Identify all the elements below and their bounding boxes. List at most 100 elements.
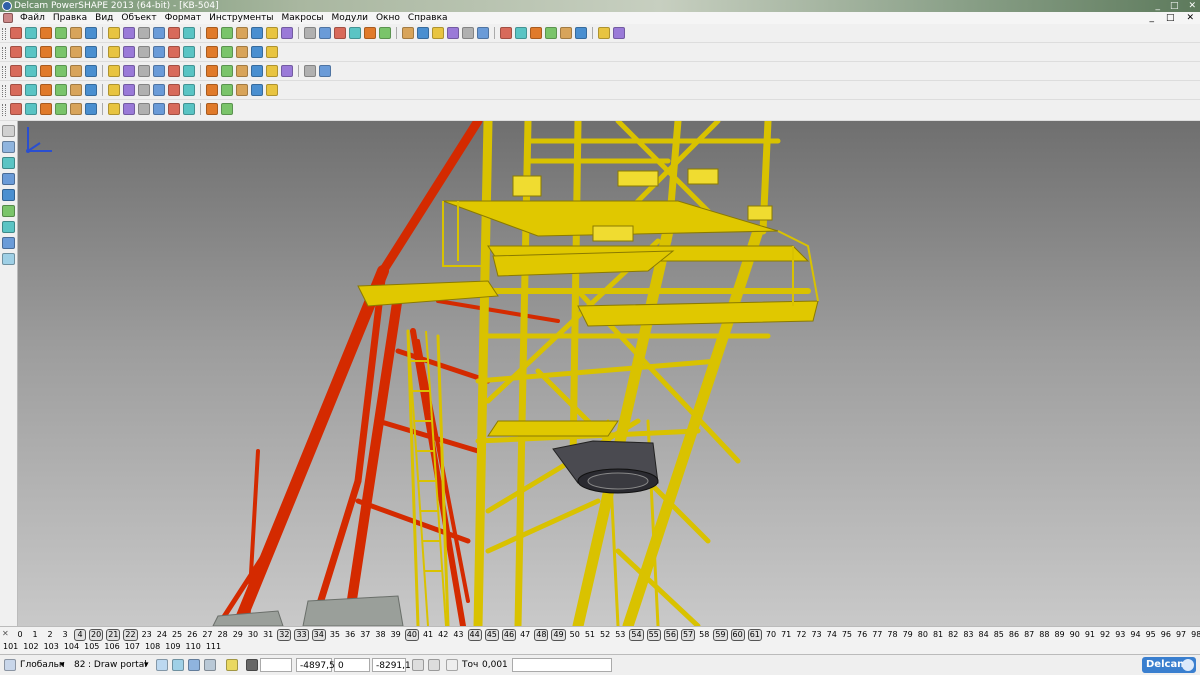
menu-macros[interactable]: Макросы <box>278 12 328 24</box>
toolbar-tool-icon[interactable] <box>266 65 278 77</box>
toolbar-tool-icon[interactable] <box>349 27 361 39</box>
level-button[interactable]: 91 <box>1084 630 1096 640</box>
level-button[interactable]: 1 <box>29 630 41 640</box>
toolbar-tool-icon[interactable] <box>108 65 120 77</box>
level-button[interactable]: 56 <box>663 629 678 641</box>
level-button[interactable]: 98 <box>1190 630 1200 640</box>
toolbar-tool-icon[interactable] <box>598 27 610 39</box>
toolbar-tool-icon[interactable] <box>153 84 165 96</box>
level-button[interactable]: 38 <box>374 630 386 640</box>
level-button[interactable]: 84 <box>978 630 990 640</box>
calculator-icon[interactable] <box>412 659 424 671</box>
level-button[interactable]: 102 <box>22 642 39 652</box>
tolerance-icon[interactable] <box>446 659 458 671</box>
doc-minimize-button[interactable]: _ <box>1149 12 1154 24</box>
toolbar-tool-icon[interactable] <box>251 65 263 77</box>
level-button[interactable]: 58 <box>698 630 710 640</box>
tolerance-value[interactable]: 0,001 <box>482 659 508 672</box>
toolbar-tool-icon[interactable] <box>319 27 331 39</box>
toolbar-tool-icon[interactable] <box>25 103 37 115</box>
toolbar-tool-icon[interactable] <box>10 27 22 39</box>
level-button[interactable]: 57 <box>680 629 696 641</box>
level-button[interactable]: 23 <box>141 630 153 640</box>
toolbar-tool-icon[interactable] <box>40 27 52 39</box>
toolbar-tool-icon[interactable] <box>168 46 180 58</box>
coord-x-field[interactable]: -4897,5 <box>296 658 335 672</box>
toolbar-tool-icon[interactable] <box>10 84 22 96</box>
grid-icon[interactable] <box>246 659 258 671</box>
toolbar-tool-icon[interactable] <box>85 46 97 58</box>
level-button[interactable]: 21 <box>106 629 121 641</box>
toolbar-tool-icon[interactable] <box>85 65 97 77</box>
toolbar-tool-icon[interactable] <box>108 103 120 115</box>
toolbar-tool-icon[interactable] <box>40 84 52 96</box>
level-button[interactable]: 0 <box>14 630 26 640</box>
toolbar-tool-icon[interactable] <box>123 84 135 96</box>
menu-window[interactable]: Окно <box>372 12 404 24</box>
toolbar-tool-icon[interactable] <box>55 84 67 96</box>
menu-view[interactable]: Вид <box>91 12 117 24</box>
level-button[interactable]: 29 <box>232 630 244 640</box>
workplane-icon[interactable] <box>4 659 16 671</box>
toolbar-tool-icon[interactable] <box>55 27 67 39</box>
chevron-down-icon[interactable]: ▾ <box>144 659 149 672</box>
level-button[interactable]: 43 <box>452 630 464 640</box>
toolbar-tool-icon[interactable] <box>462 27 474 39</box>
toolbar-tool-icon[interactable] <box>236 84 248 96</box>
toolbar-tool-icon[interactable] <box>183 65 195 77</box>
modeling-tool-icon[interactable] <box>2 237 15 249</box>
toolbar-tool-icon[interactable] <box>183 27 195 39</box>
toolbar-tool-icon[interactable] <box>236 46 248 58</box>
level-button[interactable]: 55 <box>646 629 661 641</box>
toolbar-tool-icon[interactable] <box>319 65 331 77</box>
maximize-button[interactable]: □ <box>1170 0 1179 12</box>
toolbar-tool-icon[interactable] <box>206 46 218 58</box>
toolbar-tool-icon[interactable] <box>334 27 346 39</box>
level-button[interactable]: 101 <box>2 642 19 652</box>
toolbar-tool-icon[interactable] <box>251 46 263 58</box>
toolbar-tool-icon[interactable] <box>138 27 150 39</box>
minimize-button[interactable]: _ <box>1155 0 1160 12</box>
menu-help[interactable]: Справка <box>404 12 452 24</box>
level-button[interactable]: 61 <box>747 629 762 641</box>
level-button[interactable]: 71 <box>780 630 792 640</box>
level-button[interactable]: 109 <box>164 642 181 652</box>
toolbar-tool-icon[interactable] <box>575 27 587 39</box>
toolbar-tool-icon[interactable] <box>221 46 233 58</box>
toolbar-tool-icon[interactable] <box>221 84 233 96</box>
level-button[interactable]: 105 <box>83 642 100 652</box>
grid-spacing-field[interactable] <box>260 658 292 672</box>
toolbar-tool-icon[interactable] <box>266 46 278 58</box>
toolbar-tool-icon[interactable] <box>40 46 52 58</box>
level-button[interactable]: 25 <box>171 630 183 640</box>
level-button[interactable]: 52 <box>599 630 611 640</box>
menu-file[interactable]: Файл <box>16 12 49 24</box>
toolbar-tool-icon[interactable] <box>266 84 278 96</box>
workplane-select[interactable]: Глобальн <box>20 659 65 672</box>
toolbar-tool-icon[interactable] <box>10 46 22 58</box>
toolbar-tool-icon[interactable] <box>70 103 82 115</box>
toolbar-tool-icon[interactable] <box>477 27 489 39</box>
toolbar-tool-icon[interactable] <box>55 46 67 58</box>
toolbar-tool-icon[interactable] <box>85 103 97 115</box>
toolbar-tool-icon[interactable] <box>379 27 391 39</box>
toolbar-tool-icon[interactable] <box>221 103 233 115</box>
toolbar-tool-icon[interactable] <box>138 46 150 58</box>
toolbar-tool-icon[interactable] <box>304 65 316 77</box>
toolbar-tool-icon[interactable] <box>108 27 120 39</box>
toolbar-tool-icon[interactable] <box>281 27 293 39</box>
level-button[interactable]: 96 <box>1160 630 1172 640</box>
modeling-tool-icon[interactable] <box>2 221 15 233</box>
level-button[interactable]: 90 <box>1069 630 1081 640</box>
level-button[interactable]: 108 <box>144 642 161 652</box>
toolbar-tool-icon[interactable] <box>123 103 135 115</box>
level-button[interactable]: 82 <box>947 630 959 640</box>
level-button[interactable]: 103 <box>43 642 60 652</box>
level-button[interactable]: 42 <box>437 630 449 640</box>
menu-format[interactable]: Формат <box>161 12 206 24</box>
level-button[interactable]: 36 <box>344 630 356 640</box>
level-button[interactable]: 88 <box>1038 630 1050 640</box>
level-button[interactable]: 80 <box>917 630 929 640</box>
level-button[interactable]: 46 <box>501 629 517 641</box>
toolbar-tool-icon[interactable] <box>364 27 376 39</box>
